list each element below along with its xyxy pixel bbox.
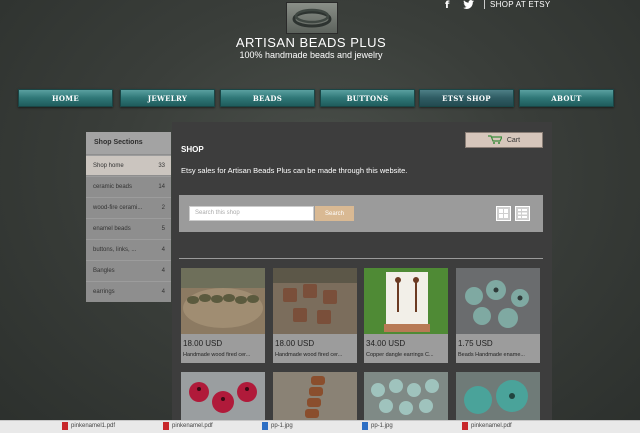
site-title: ARTISAN BEADS PLUS xyxy=(235,35,387,50)
product-image[interactable] xyxy=(181,372,265,422)
section-count: 4 xyxy=(161,289,165,295)
download-filename: pinkenamel.pdf xyxy=(471,423,512,429)
cart-icon xyxy=(487,134,503,146)
search-button[interactable]: Search xyxy=(315,206,354,221)
section-buttons-links[interactable]: buttons, links, ... 4 xyxy=(86,239,171,259)
download-item[interactable]: pp-1.jpg xyxy=(362,420,393,432)
section-label: Bangles xyxy=(93,268,115,274)
nav-home[interactable]: HOME xyxy=(18,89,113,107)
list-view-icon[interactable] xyxy=(515,206,530,221)
product-price: 18.00 USD xyxy=(183,339,223,348)
product-price: 18.00 USD xyxy=(275,339,315,348)
nav-jewelry[interactable]: JEWELRY xyxy=(120,89,215,107)
facebook-icon[interactable]: f xyxy=(445,0,449,11)
product-image[interactable] xyxy=(273,372,357,422)
product-title[interactable]: Copper dangle earrings C... xyxy=(366,352,446,358)
shop-sections-heading: Shop Sections xyxy=(86,132,171,154)
product-card[interactable]: 18.00 USD Handmade wood fired cer... xyxy=(181,268,265,363)
section-count: 2 xyxy=(161,205,165,211)
section-label: enamel beads xyxy=(93,226,131,232)
cart-label: Cart xyxy=(506,136,521,144)
product-card[interactable]: 1.75 USD Beads Handmade ename... xyxy=(456,268,540,363)
section-divider xyxy=(179,258,543,259)
pdf-file-icon xyxy=(462,422,468,430)
download-filename: pp-1.jpg xyxy=(371,423,393,429)
twitter-icon[interactable] xyxy=(463,0,474,12)
product-title[interactable]: Handmade wood fired cer... xyxy=(275,352,355,358)
section-ceramic-beads[interactable]: ceramic beads 14 xyxy=(86,176,171,196)
grid-view-icon[interactable] xyxy=(496,206,511,221)
image-file-icon xyxy=(262,422,268,430)
product-image[interactable] xyxy=(456,372,540,422)
download-filename: pp-1.jpg xyxy=(271,423,293,429)
download-item[interactable]: pinkenamel1.pdf xyxy=(62,420,115,432)
product-image[interactable] xyxy=(181,268,265,334)
section-count: 4 xyxy=(161,268,165,274)
download-item[interactable]: pinkenamel.pdf xyxy=(462,420,512,432)
nav-etsy-shop[interactable]: ETSY SHOP xyxy=(419,89,514,107)
pdf-file-icon xyxy=(62,422,68,430)
section-label: buttons, links, ... xyxy=(93,247,137,253)
cart-button[interactable]: Cart xyxy=(465,132,543,148)
product-image[interactable] xyxy=(364,372,448,422)
nav-beads[interactable]: BEADS xyxy=(220,89,315,107)
site-tagline: 100% handmade beads and jewelry xyxy=(239,50,383,60)
section-count: 4 xyxy=(161,247,165,253)
shop-at-etsy-link[interactable]: SHOP AT ETSY xyxy=(490,0,551,9)
product-card[interactable] xyxy=(456,372,540,420)
download-item[interactable]: pinkenamel.pdf xyxy=(163,420,213,432)
product-title[interactable]: Beads Handmade ename... xyxy=(458,352,538,358)
section-earrings[interactable]: earrings 4 xyxy=(86,281,171,301)
section-label: ceramic beads xyxy=(93,184,133,190)
section-count: 33 xyxy=(158,163,165,169)
shop-intro-text: Etsy sales for Artisan Beads Plus can be… xyxy=(181,166,408,175)
product-image[interactable] xyxy=(364,268,448,334)
section-count: 14 xyxy=(158,184,165,190)
search-input[interactable]: Search this shop xyxy=(189,206,314,221)
nav-buttons[interactable]: BUTTONS xyxy=(320,89,415,107)
product-price: 1.75 USD xyxy=(458,339,493,348)
image-file-icon xyxy=(362,422,368,430)
nav-about[interactable]: ABOUT xyxy=(519,89,614,107)
section-shop-home[interactable]: Shop home 33 xyxy=(86,155,171,175)
product-image[interactable] xyxy=(273,268,357,334)
product-card[interactable] xyxy=(364,372,448,420)
section-wood-fire-ceramic[interactable]: wood-fire cerami... 2 xyxy=(86,197,171,217)
download-filename: pinkenamel1.pdf xyxy=(71,423,116,429)
product-card[interactable] xyxy=(181,372,265,420)
section-count: 5 xyxy=(161,226,165,232)
section-bangles[interactable]: Bangles 4 xyxy=(86,260,171,280)
section-label: wood-fire cerami... xyxy=(93,205,143,211)
product-card[interactable]: 18.00 USD Handmade wood fired cer... xyxy=(273,268,357,363)
product-card[interactable]: 34.00 USD Copper dangle earrings C... xyxy=(364,268,448,363)
download-item[interactable]: pp-1.jpg xyxy=(262,420,293,432)
section-enamel-beads[interactable]: enamel beads 5 xyxy=(86,218,171,238)
product-title[interactable]: Handmade wood fired cer... xyxy=(183,352,263,358)
header-divider xyxy=(484,0,485,9)
section-label: Shop home xyxy=(93,163,124,169)
product-card[interactable] xyxy=(273,372,357,420)
download-filename: pinkenamel.pdf xyxy=(172,423,213,429)
product-price: 34.00 USD xyxy=(366,339,406,348)
product-image[interactable] xyxy=(456,268,540,334)
shop-heading: SHOP xyxy=(181,145,204,154)
pdf-file-icon xyxy=(163,422,169,430)
section-label: earrings xyxy=(93,289,115,295)
site-logo[interactable] xyxy=(286,2,338,34)
